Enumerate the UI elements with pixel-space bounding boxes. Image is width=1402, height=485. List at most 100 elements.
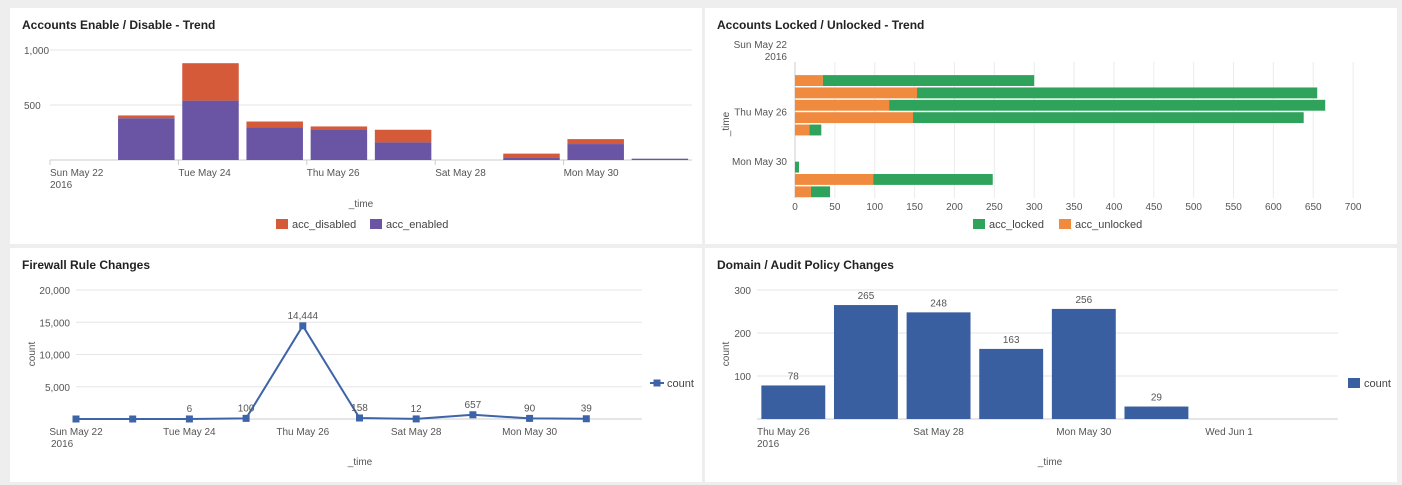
- bar: [1051, 308, 1116, 419]
- data-point: [72, 415, 80, 423]
- legend-swatch: [973, 219, 985, 229]
- x-tick-label: 550: [1225, 202, 1242, 213]
- bar-segment: [795, 174, 874, 185]
- bar-segment: [795, 87, 917, 99]
- domain-audit-panel: Domain / Audit Policy Changes 100 200 300 7…: [705, 248, 1397, 482]
- y-tick-label: 20,000: [39, 286, 70, 297]
- data-point: [242, 414, 250, 422]
- x-tick-label: Thu May 26: [307, 168, 360, 179]
- legend-swatch: [276, 219, 288, 229]
- y-tick-label: Thu May 26: [734, 107, 787, 118]
- bar: [906, 312, 971, 419]
- data-label: 29: [1151, 393, 1163, 404]
- bar-segment: [310, 129, 368, 160]
- x-axis-title: _time: [1037, 457, 1063, 468]
- data-label: 100: [238, 403, 255, 414]
- legend-label: acc_unlocked: [1075, 219, 1142, 231]
- x-tick-label: 400: [1106, 202, 1123, 213]
- x-tick-sublabel: 2016: [51, 439, 74, 450]
- bar-segment: [182, 63, 239, 101]
- bar-segment: [795, 112, 914, 124]
- series-line: [76, 323, 587, 420]
- y-tick-label: 100: [734, 372, 751, 383]
- x-tick-label: Tue May 24: [178, 168, 231, 179]
- y-tick-label: 15,000: [39, 318, 70, 329]
- bar-segment: [503, 153, 560, 159]
- y-tick-sublabel: 2016: [765, 52, 788, 63]
- data-label: 265: [858, 291, 875, 302]
- data-label: 6: [187, 404, 193, 415]
- firewall-chart: 5,000 10,000 15,000 20,000 6 100 14,444 158 12 65…: [27, 286, 694, 468]
- accounts-locked-chart: 0 50 100 150 200 250 300 350 400 450 500 550 600 650 7…: [721, 40, 1362, 231]
- x-tick-label: 600: [1265, 202, 1282, 213]
- y-tick-label: Mon May 30: [732, 157, 787, 168]
- y-tick-label: 10,000: [39, 351, 70, 362]
- bar-segment: [873, 174, 993, 185]
- data-label: 657: [465, 400, 482, 411]
- accounts-locked-panel: Accounts Locked / Unlocked - Trend 0 50 10…: [705, 8, 1397, 244]
- x-tick-label: Sat May 28: [913, 427, 964, 438]
- bar-segment: [567, 139, 624, 145]
- bar-segment: [916, 87, 1318, 99]
- data-point: [185, 415, 193, 423]
- data-point: [299, 322, 307, 330]
- x-tick-label: 650: [1305, 202, 1322, 213]
- y-tick-label: 1,000: [24, 46, 49, 57]
- bar-segment: [374, 142, 432, 160]
- data-point: [469, 411, 477, 419]
- data-point: [582, 415, 590, 423]
- bar-segment: [795, 75, 823, 86]
- data-point: [412, 415, 420, 423]
- legend-label: acc_enabled: [386, 219, 448, 231]
- data-label: 90: [524, 403, 536, 414]
- y-axis-title: count: [27, 342, 38, 367]
- legend-label: acc_disabled: [292, 219, 356, 231]
- x-tick-label: Wed Jun 1: [1205, 427, 1253, 438]
- x-tick-label: 50: [829, 202, 841, 213]
- data-label: 256: [1075, 295, 1092, 306]
- legend-marker: [653, 379, 661, 387]
- x-axis-title: _time: [347, 457, 373, 468]
- legend-swatch: [370, 219, 382, 229]
- bar-segment: [118, 118, 175, 160]
- firewall-panel: Firewall Rule Changes 5,000 10,000 15,000 2…: [10, 248, 702, 482]
- x-tick-label: Mon May 30: [1056, 427, 1111, 438]
- x-tick-label: 500: [1185, 202, 1202, 213]
- bar-segment: [810, 186, 831, 198]
- legend-swatch: [1348, 378, 1360, 388]
- x-tick-label: Mon May 30: [564, 168, 619, 179]
- bar: [833, 305, 898, 419]
- x-tick-label: Sun May 22: [50, 168, 104, 179]
- accounts-enable-panel: Accounts Enable / Disable - Trend 500 1,0…: [10, 8, 702, 244]
- y-axis-title: _time: [721, 111, 732, 137]
- bar-segment: [822, 75, 1035, 86]
- x-tick-label: Thu May 26: [757, 427, 810, 438]
- legend-swatch: [1059, 219, 1071, 229]
- domain-audit-chart: 100 200 300 78 265 248 163 256 29 Thu May 262016 S…: [721, 286, 1391, 468]
- x-tick-sublabel: 2016: [50, 180, 73, 191]
- legend-label: count: [667, 378, 694, 390]
- y-tick-label: 200: [734, 329, 751, 340]
- bar: [761, 385, 826, 419]
- legend-label: count: [1364, 378, 1391, 390]
- data-point: [356, 414, 363, 422]
- y-tick-label: Sun May 22: [734, 40, 788, 51]
- bar: [1124, 406, 1189, 419]
- data-label: 78: [788, 371, 800, 382]
- data-label: 158: [351, 403, 368, 414]
- y-tick-label: 500: [24, 101, 41, 112]
- bar-segment: [182, 100, 239, 160]
- data-point: [526, 414, 534, 422]
- data-label: 14,444: [288, 311, 319, 322]
- x-tick-label: Mon May 30: [502, 427, 557, 438]
- data-label: 12: [411, 404, 423, 415]
- x-tick-label: 350: [1066, 202, 1083, 213]
- data-point: [129, 415, 137, 423]
- bar-segment: [118, 115, 175, 119]
- bar-segment: [310, 126, 368, 130]
- accounts-enable-chart: 500 1,000 Sun May 222016 Tue May 24 Thu May …: [24, 46, 692, 231]
- x-tick-label: Sat May 28: [435, 168, 486, 179]
- x-tick-sublabel: 2016: [757, 439, 780, 450]
- bar-segment: [795, 99, 890, 111]
- x-tick-label: 0: [792, 202, 798, 213]
